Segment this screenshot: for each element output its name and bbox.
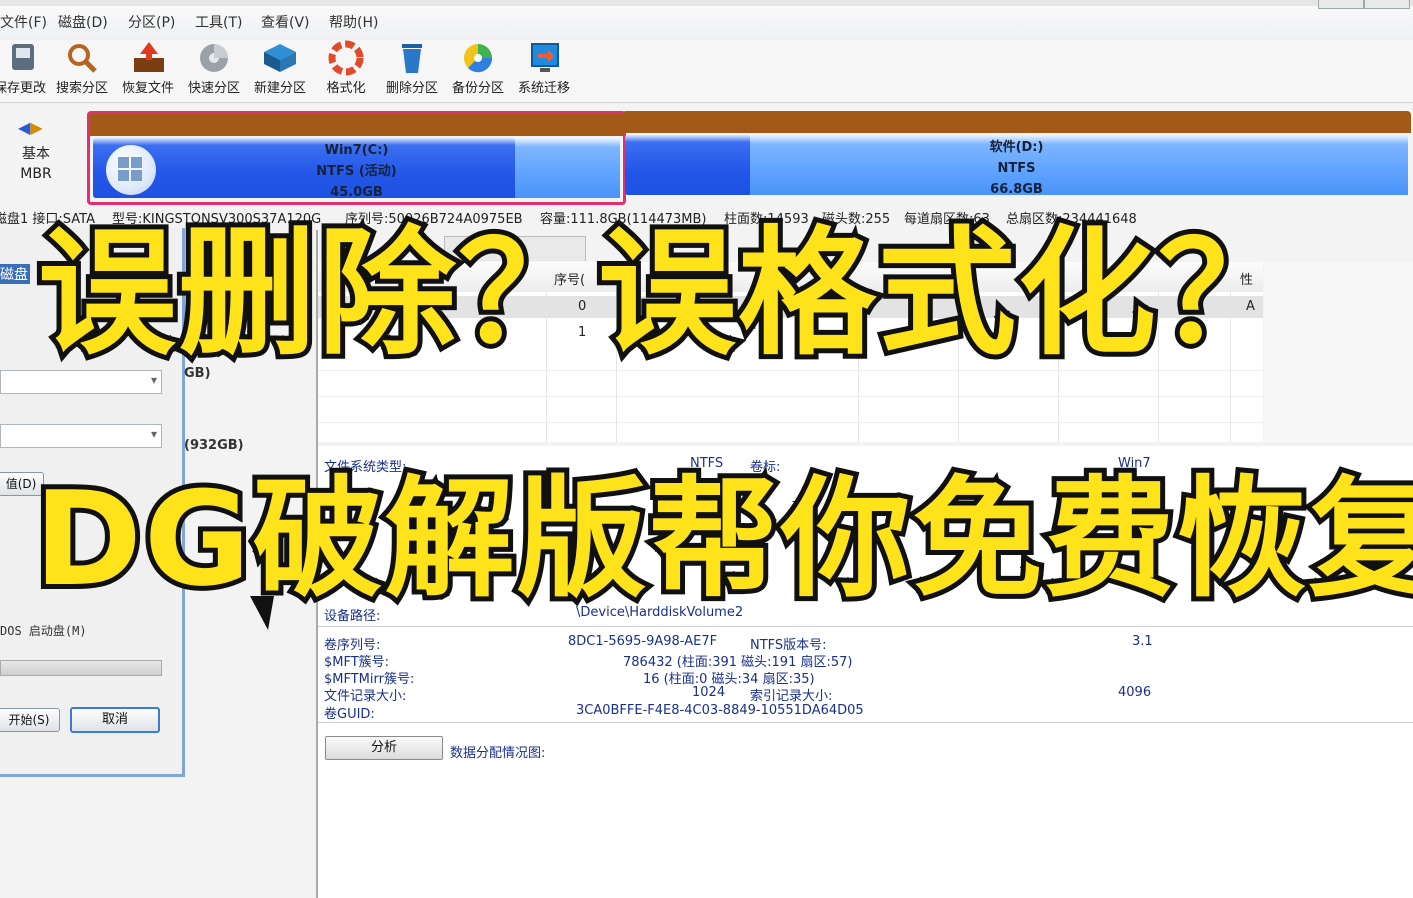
- allocation-map-label: 数据分配情况图:: [450, 746, 546, 761]
- disk-map: ◀▶ 基本 MBR Win7(C:) NTFS (活动) 45.0GB 软件(D…: [0, 104, 1413, 205]
- file-record-size-value: 1024: [692, 685, 726, 700]
- delete-partition-label: 删除分区: [385, 81, 438, 96]
- minimize-button[interactable]: [1318, 0, 1364, 9]
- disk-scheme-label: MBR: [20, 166, 52, 182]
- index-record-size-label: 索引记录大小:: [750, 689, 833, 704]
- menu-disk[interactable]: 磁盘(D): [58, 12, 108, 32]
- system-migrate-label: 系统迁移: [517, 81, 570, 96]
- overlay-headline-1: 误删除？误格式化？: [33, 209, 1301, 379]
- menubar: 文件(F) 磁盘(D) 分区(P) 工具(T) 查看(V) 帮助(H): [0, 0, 1413, 40]
- toolbar: 保存更改 搜索分区 恢复文件 快速分区 新建分区 格式化 删除分区 备份分区 系…: [0, 40, 1413, 103]
- disk-size-large: (932GB): [184, 438, 244, 453]
- overlay-headline-2: DG破解版帮你免费恢复: [29, 459, 1413, 619]
- menu-view[interactable]: 查看(V): [261, 12, 310, 32]
- disk-tree-selected[interactable]: 磁盘: [0, 264, 30, 284]
- partition-d-size: 66.8GB: [990, 182, 1043, 197]
- title-bar: [0, 0, 1413, 6]
- file-record-size-label: 文件记录大小:: [324, 689, 407, 704]
- partition-d-fs: NTFS: [997, 161, 1036, 176]
- menu-partition[interactable]: 分区(P): [128, 12, 175, 32]
- progress-bar: [0, 660, 162, 676]
- system-migrate-button[interactable]: 系统迁移: [512, 40, 576, 100]
- partition-header-bar: [90, 114, 623, 136]
- save-icon: [12, 44, 34, 70]
- ntfs-version-value: 3.1: [1132, 634, 1153, 649]
- quick-partition-label: 快速分区: [187, 81, 240, 96]
- disk-type-label: 基本: [22, 146, 50, 162]
- menu-tools[interactable]: 工具(T): [195, 12, 242, 32]
- format-icon: [328, 40, 364, 76]
- dos-boot-option[interactable]: DOS 启动盘(M): [0, 622, 87, 639]
- quick-partition-button[interactable]: 快速分区: [182, 40, 246, 100]
- search-icon: [68, 44, 97, 73]
- grid-line: [318, 422, 1263, 423]
- backup-icon: [464, 44, 493, 73]
- new-partition-label: 新建分区: [253, 81, 306, 96]
- grid-line: [318, 396, 1263, 397]
- volume-serial-value: 8DC1-5695-9A98-AE7F: [568, 634, 718, 649]
- disk-nav[interactable]: ◀▶: [18, 118, 43, 137]
- recover-files-label: 恢复文件: [121, 81, 174, 96]
- search-partition-label: 搜索分区: [55, 81, 108, 96]
- next-disk-icon[interactable]: ▶: [30, 118, 42, 137]
- start-button[interactable]: 开始(S): [0, 708, 60, 732]
- partition-header-bar: [622, 111, 1411, 133]
- disk-type: 基本 MBR: [20, 144, 52, 184]
- recover-files-button[interactable]: 恢复文件: [116, 40, 180, 100]
- partition-d-text: 软件(D:) NTFS 66.8GB: [622, 137, 1411, 199]
- quick-partition-icon: [200, 44, 228, 72]
- details-separator: [318, 626, 1413, 627]
- format-button[interactable]: 格式化: [314, 40, 378, 100]
- delete-partition-button[interactable]: 删除分区: [380, 40, 444, 100]
- cancel-button[interactable]: 取消: [70, 707, 160, 733]
- recover-icon: [134, 42, 164, 72]
- partition-c[interactable]: Win7(C:) NTFS (活动) 45.0GB: [87, 111, 626, 205]
- close-button[interactable]: [1364, 0, 1410, 9]
- partition-c-text: Win7(C:) NTFS (活动) 45.0GB: [90, 140, 623, 202]
- backup-partition-label: 备份分区: [451, 81, 504, 96]
- volume-guid-label: 卷GUID:: [324, 707, 375, 722]
- details-separator: [318, 722, 1413, 723]
- partition-c-size: 45.0GB: [330, 185, 383, 200]
- backup-partition-button[interactable]: 备份分区: [446, 40, 510, 100]
- new-partition-button[interactable]: 新建分区: [248, 40, 312, 100]
- dialog-combo-2[interactable]: [0, 424, 162, 448]
- index-record-size-value: 4096: [1118, 685, 1152, 700]
- format-label: 格式化: [326, 81, 366, 96]
- volume-guid-value: 3CA0BFFE-F4E8-4C03-8849-10551DA64D05: [576, 703, 864, 718]
- migrate-icon: [531, 43, 559, 72]
- partition-c-fs: NTFS (活动): [316, 164, 397, 179]
- search-partition-button[interactable]: 搜索分区: [50, 40, 114, 100]
- new-partition-icon: [264, 44, 296, 72]
- menu-help[interactable]: 帮助(H): [329, 12, 378, 32]
- delete-icon: [402, 44, 422, 73]
- prev-disk-icon[interactable]: ◀: [18, 118, 30, 137]
- partition-d-name: 软件(D:): [989, 140, 1044, 155]
- analyze-button[interactable]: 分析: [325, 736, 443, 760]
- partition-c-name: Win7(C:): [324, 143, 389, 158]
- menu-file[interactable]: 文件(F): [0, 12, 47, 32]
- partition-d[interactable]: 软件(D:) NTFS 66.8GB: [622, 111, 1411, 199]
